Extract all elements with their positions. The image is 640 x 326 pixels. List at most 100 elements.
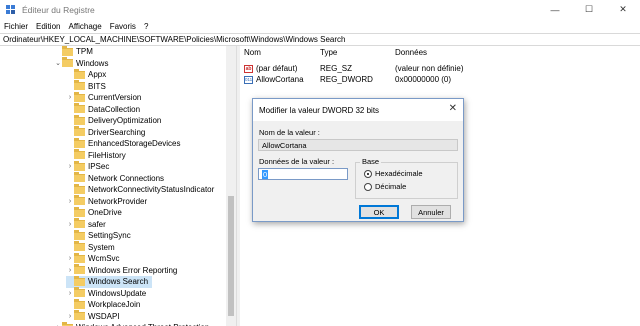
menu-help[interactable]: ? bbox=[144, 22, 148, 31]
minimize-button[interactable]: — bbox=[538, 0, 572, 19]
tree-scrollbar-thumb[interactable] bbox=[228, 196, 234, 316]
tree-item[interactable]: NetworkConnectivityStatusIndicator bbox=[66, 183, 215, 196]
tree-item[interactable]: DataCollection bbox=[66, 103, 141, 116]
tree-item-label: Windows bbox=[76, 58, 109, 68]
radio-hex-label: Hexadécimale bbox=[375, 169, 423, 178]
tree-item[interactable]: FileHistory bbox=[66, 149, 126, 162]
list-header: Nom Type Données bbox=[240, 48, 640, 60]
tree-item[interactable]: System bbox=[66, 241, 115, 254]
tree-item[interactable]: › Windows Error Reporting bbox=[66, 264, 178, 277]
radio-hexadecimal[interactable]: Hexadécimale bbox=[364, 169, 423, 178]
tree-item[interactable]: SettingSync bbox=[66, 229, 131, 242]
tree-item[interactable]: DeliveryOptimization bbox=[66, 114, 162, 127]
tree-item[interactable]: DriverSearching bbox=[66, 126, 145, 139]
tree-item-label: Windows Search bbox=[88, 277, 149, 287]
menu-edition[interactable]: Edition bbox=[36, 22, 60, 31]
expand-chevron-icon[interactable]: › bbox=[66, 221, 74, 228]
folder-icon bbox=[74, 229, 85, 240]
radio-hex-indicator[interactable] bbox=[364, 169, 372, 178]
tree-item[interactable]: › WcmSvc bbox=[66, 252, 120, 265]
tree-item-label: Windows Error Reporting bbox=[88, 265, 178, 275]
expand-chevron-icon[interactable]: › bbox=[66, 267, 74, 274]
tree-item[interactable]: › safer bbox=[66, 218, 106, 231]
value-data-label: Données de la valeur : bbox=[259, 157, 335, 166]
value-name: (par défaut) bbox=[256, 64, 298, 73]
expand-chevron-icon[interactable]: › bbox=[66, 290, 74, 297]
expand-chevron-icon[interactable]: › bbox=[66, 163, 74, 170]
tree-item-label: OneDrive bbox=[88, 208, 122, 218]
tree-item[interactable]: Windows Search bbox=[66, 275, 153, 288]
column-header-name[interactable]: Nom bbox=[244, 48, 261, 57]
dialog-title-bar: Modifier la valeur DWORD 32 bits ✕ bbox=[253, 99, 463, 121]
menu-affichage[interactable]: Affichage bbox=[68, 22, 101, 31]
folder-icon bbox=[74, 160, 85, 171]
value-name: AllowCortana bbox=[256, 75, 304, 84]
list-row[interactable]: 011 AllowCortana REG_DWORD 0x00000000 (0… bbox=[240, 74, 640, 85]
folder-icon bbox=[74, 183, 85, 194]
address-bar[interactable]: Ordinateur\HKEY_LOCAL_MACHINE\SOFTWARE\P… bbox=[0, 33, 640, 46]
tree-item-label: System bbox=[88, 242, 115, 252]
menu-favoris[interactable]: Favoris bbox=[110, 22, 136, 31]
tree-item-label: NetworkConnectivityStatusIndicator bbox=[88, 185, 215, 195]
close-button[interactable]: ✕ bbox=[606, 0, 640, 19]
folder-icon bbox=[74, 172, 85, 183]
tree-item-label: CurrentVersion bbox=[88, 93, 142, 103]
value-data-input[interactable]: 0 bbox=[258, 168, 348, 180]
tree-item-label: NetworkProvider bbox=[88, 196, 148, 206]
tree-item[interactable]: ›Windows Advanced Threat Protection bbox=[54, 321, 209, 326]
tree-item[interactable]: › WSDAPI bbox=[66, 310, 120, 323]
tree-item[interactable]: OneDrive bbox=[66, 206, 122, 219]
radio-dec-indicator[interactable] bbox=[364, 182, 372, 191]
tree-item-label: WorkplaceJoin bbox=[88, 300, 141, 310]
tree-item-label: IPSec bbox=[88, 162, 110, 172]
key-tree: TPM ⌄ Windows Appx BITS › CurrentVersion DataCo… bbox=[0, 46, 236, 326]
expand-chevron-icon[interactable]: › bbox=[66, 198, 74, 205]
value-type: REG_SZ bbox=[320, 64, 353, 73]
tree-scrollbar[interactable] bbox=[226, 46, 236, 326]
folder-icon bbox=[74, 287, 85, 298]
expand-chevron-icon[interactable]: › bbox=[66, 94, 74, 101]
tree-item[interactable]: Network Connections bbox=[66, 172, 165, 185]
expand-chevron-icon[interactable]: › bbox=[66, 313, 74, 320]
value-data: (valeur non définie) bbox=[395, 64, 464, 73]
tree-item-label: FileHistory bbox=[88, 150, 126, 160]
dialog-close-button[interactable]: ✕ bbox=[449, 103, 457, 114]
tree-item[interactable]: WorkplaceJoin bbox=[66, 298, 141, 311]
tree-item[interactable]: › NetworkProvider bbox=[66, 195, 148, 208]
tree-item-label: WindowsUpdate bbox=[88, 288, 147, 298]
folder-icon bbox=[74, 275, 85, 286]
tree-item[interactable]: Appx bbox=[66, 68, 106, 81]
column-header-type[interactable]: Type bbox=[320, 48, 337, 57]
tree-item[interactable]: › CurrentVersion bbox=[66, 91, 142, 104]
tree-item-label: EnhancedStorageDevices bbox=[88, 139, 181, 149]
tree-item[interactable]: EnhancedStorageDevices bbox=[66, 137, 181, 150]
folder-icon bbox=[62, 57, 73, 68]
tree-item-label: Network Connections bbox=[88, 173, 165, 183]
ok-button[interactable]: OK bbox=[359, 205, 399, 219]
maximize-button[interactable]: ☐ bbox=[572, 0, 606, 19]
value-data: 0x00000000 (0) bbox=[395, 75, 452, 84]
folder-icon bbox=[74, 91, 85, 102]
folder-icon bbox=[74, 80, 85, 91]
menu-fichier[interactable]: Fichier bbox=[4, 22, 28, 31]
window-title: Éditeur du Registre bbox=[22, 4, 95, 15]
list-row[interactable]: ab (par défaut) REG_SZ (valeur non défin… bbox=[240, 63, 640, 74]
folder-icon bbox=[74, 149, 85, 160]
folder-icon bbox=[74, 264, 85, 275]
expand-chevron-icon[interactable]: ⌄ bbox=[54, 59, 62, 67]
tree-item-label: WSDAPI bbox=[88, 311, 120, 321]
dialog-title: Modifier la valeur DWORD 32 bits bbox=[259, 105, 380, 115]
cancel-button[interactable]: Annuler bbox=[411, 205, 451, 219]
tree-item[interactable]: BITS bbox=[66, 80, 106, 93]
tree-item[interactable]: › IPSec bbox=[66, 160, 110, 173]
folder-icon bbox=[74, 298, 85, 309]
tree-item-label: WcmSvc bbox=[88, 254, 120, 264]
column-header-data[interactable]: Données bbox=[395, 48, 427, 57]
radio-decimal[interactable]: Décimale bbox=[364, 182, 406, 191]
tree-item[interactable]: TPM bbox=[54, 46, 93, 58]
tree-item[interactable]: › WindowsUpdate bbox=[66, 287, 147, 300]
tree-item[interactable]: ⌄ Windows bbox=[54, 57, 109, 70]
tree-item-label: DataCollection bbox=[88, 104, 141, 114]
expand-chevron-icon[interactable]: › bbox=[66, 255, 74, 262]
tree-item-label: DeliveryOptimization bbox=[88, 116, 162, 126]
